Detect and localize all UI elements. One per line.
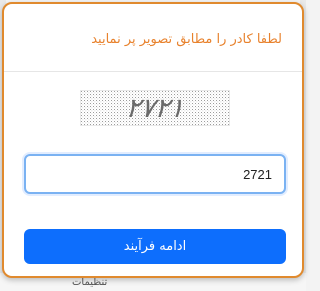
continue-button[interactable]: ادامه فرآیند bbox=[24, 229, 286, 264]
captcha-code: ۲۷۲۱ bbox=[124, 92, 186, 124]
captcha-input[interactable] bbox=[26, 156, 284, 192]
captcha-input-wrapper bbox=[24, 154, 286, 194]
backdrop-partial-text: تنظیمات bbox=[72, 277, 108, 288]
captcha-image: ۲۷۲۱ bbox=[80, 90, 230, 126]
modal-title: لطفا کادر را مطابق تصویر پر نمایید bbox=[91, 32, 282, 47]
modal-header: لطفا کادر را مطابق تصویر پر نمایید bbox=[4, 4, 302, 72]
captcha-modal: لطفا کادر را مطابق تصویر پر نمایید ۲۷۲۱ … bbox=[2, 2, 304, 278]
